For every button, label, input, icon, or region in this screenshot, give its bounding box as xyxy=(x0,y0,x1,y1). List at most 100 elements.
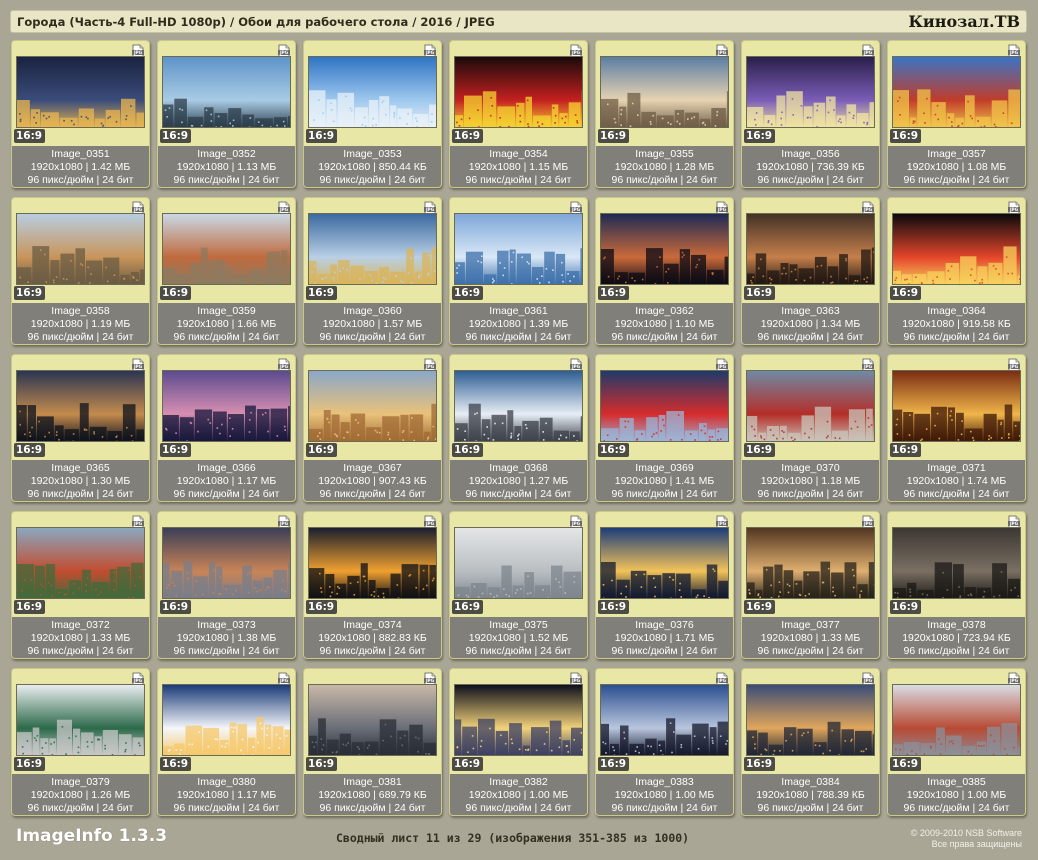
thumbnail-image[interactable] xyxy=(746,527,875,599)
thumbnail-card[interactable]: JPG 16:9 Image_0367 1920x1080 | 907.43 К… xyxy=(303,354,442,502)
thumbnail-card[interactable]: JPG 16:9 Image_0374 1920x1080 | 882.83 К… xyxy=(303,511,442,659)
thumbnail-card[interactable]: JPG 16:9 Image_0381 1920x1080 | 689.79 К… xyxy=(303,668,442,816)
jpg-file-icon: JPG xyxy=(861,43,875,58)
thumbnail-card[interactable]: JPG 16:9 Image_0359 1920x1080 | 1.66 МБ … xyxy=(157,197,296,345)
image-info-panel: Image_0383 1920x1080 | 1.00 МБ 96 пикс/д… xyxy=(596,774,733,815)
image-info-panel: Image_0354 1920x1080 | 1.15 МБ 96 пикс/д… xyxy=(450,146,587,187)
image-resolution-depth: 96 пикс/дюйм | 24 бит xyxy=(903,645,1010,657)
thumbnail-card[interactable]: JPG 16:9 Image_0361 1920x1080 | 1.39 МБ … xyxy=(449,197,588,345)
svg-text:JPG: JPG xyxy=(571,678,581,683)
thumbnail-image[interactable] xyxy=(746,56,875,128)
svg-text:JPG: JPG xyxy=(863,364,873,369)
thumbnail-image[interactable] xyxy=(162,56,291,128)
thumbnail-card[interactable]: JPG 16:9 Image_0377 1920x1080 | 1.33 МБ … xyxy=(741,511,880,659)
thumbnail-image[interactable] xyxy=(746,370,875,442)
image-name: Image_0373 xyxy=(197,619,256,631)
thumbnail-image[interactable] xyxy=(892,213,1021,285)
thumbnail-card[interactable]: JPG 16:9 Image_0373 1920x1080 | 1.38 МБ … xyxy=(157,511,296,659)
thumbnail-card[interactable]: JPG 16:9 Image_0363 1920x1080 | 1.34 МБ … xyxy=(741,197,880,345)
thumbnail-card[interactable]: JPG 16:9 Image_0351 1920x1080 | 1.42 МБ … xyxy=(11,40,150,188)
thumbnail-image[interactable] xyxy=(308,213,437,285)
thumbnail-card[interactable]: JPG 16:9 Image_0372 1920x1080 | 1.33 МБ … xyxy=(11,511,150,659)
thumbnail-card[interactable]: JPG 16:9 Image_0354 1920x1080 | 1.15 МБ … xyxy=(449,40,588,188)
thumbnail-card[interactable]: JPG 16:9 Image_0378 1920x1080 | 723.94 К… xyxy=(887,511,1026,659)
thumbnail-card[interactable]: JPG 16:9 Image_0371 1920x1080 | 1.74 МБ … xyxy=(887,354,1026,502)
thumbnail-image[interactable] xyxy=(16,56,145,128)
thumbnail-card[interactable]: JPG 16:9 Image_0385 1920x1080 | 1.00 МБ … xyxy=(887,668,1026,816)
thumbnail-card[interactable]: JPG 16:9 Image_0358 1920x1080 | 1.19 МБ … xyxy=(11,197,150,345)
thumbnail-card[interactable]: JPG 16:9 Image_0365 1920x1080 | 1.30 МБ … xyxy=(11,354,150,502)
thumbnail-image[interactable] xyxy=(454,213,583,285)
thumbnail-image[interactable] xyxy=(600,684,729,756)
thumbnail-card[interactable]: JPG 16:9 Image_0352 1920x1080 | 1.13 МБ … xyxy=(157,40,296,188)
thumbnail-card[interactable]: JPG 16:9 Image_0382 1920x1080 | 1.00 МБ … xyxy=(449,668,588,816)
thumbnail-card[interactable]: JPG 16:9 Image_0370 1920x1080 | 1.18 МБ … xyxy=(741,354,880,502)
aspect-ratio-badge: 16:9 xyxy=(452,757,484,771)
jpg-file-icon: JPG xyxy=(131,671,145,686)
thumbnail-image[interactable] xyxy=(892,527,1021,599)
thumbnail-image[interactable] xyxy=(162,684,291,756)
image-info-panel: Image_0374 1920x1080 | 882.83 КБ 96 пикс… xyxy=(304,617,441,658)
thumbnail-card[interactable]: JPG 16:9 Image_0380 1920x1080 | 1.17 МБ … xyxy=(157,668,296,816)
thumbnail-card[interactable]: JPG 16:9 Image_0368 1920x1080 | 1.27 МБ … xyxy=(449,354,588,502)
thumbnail-image[interactable] xyxy=(16,527,145,599)
thumbnail-image[interactable] xyxy=(892,56,1021,128)
thumbnail-image[interactable] xyxy=(16,684,145,756)
thumbnail-card[interactable]: JPG 16:9 Image_0357 1920x1080 | 1.08 МБ … xyxy=(887,40,1026,188)
thumbnail-card[interactable]: JPG 16:9 Image_0353 1920x1080 | 850.44 К… xyxy=(303,40,442,188)
thumbnail-image[interactable] xyxy=(600,370,729,442)
thumbnail-image[interactable] xyxy=(308,370,437,442)
jpg-file-icon: JPG xyxy=(277,357,291,372)
thumbnail-image[interactable] xyxy=(454,684,583,756)
thumbnail-image[interactable] xyxy=(16,370,145,442)
svg-text:JPG: JPG xyxy=(717,521,727,526)
image-resolution-depth: 96 пикс/дюйм | 24 бит xyxy=(319,488,426,500)
image-resolution-depth: 96 пикс/дюйм | 24 бит xyxy=(611,488,718,500)
thumbnail-card[interactable]: JPG 16:9 Image_0364 1920x1080 | 919.58 К… xyxy=(887,197,1026,345)
thumbnail-image[interactable] xyxy=(308,684,437,756)
thumbnail-card[interactable]: JPG 16:9 Image_0356 1920x1080 | 736.39 К… xyxy=(741,40,880,188)
image-name: Image_0358 xyxy=(51,305,110,317)
image-info-panel: Image_0360 1920x1080 | 1.57 МБ 96 пикс/д… xyxy=(304,303,441,344)
thumbnail-image[interactable] xyxy=(308,56,437,128)
thumbnail-image[interactable] xyxy=(892,684,1021,756)
aspect-ratio-badge: 16:9 xyxy=(14,443,46,457)
thumbnail-image[interactable] xyxy=(600,527,729,599)
svg-text:JPG: JPG xyxy=(717,364,727,369)
thumbnail-image[interactable] xyxy=(454,370,583,442)
thumbnail-card[interactable]: JPG 16:9 Image_0376 1920x1080 | 1.71 МБ … xyxy=(595,511,734,659)
thumbnail-image[interactable] xyxy=(162,370,291,442)
image-resolution-depth: 96 пикс/дюйм | 24 бит xyxy=(611,331,718,343)
image-resolution-depth: 96 пикс/дюйм | 24 бит xyxy=(465,488,572,500)
image-dimensions-size: 1920x1080 | 1.27 МБ xyxy=(468,475,569,487)
thumbnail-card[interactable]: JPG 16:9 Image_0360 1920x1080 | 1.57 МБ … xyxy=(303,197,442,345)
thumbnail-card[interactable]: JPG 16:9 Image_0362 1920x1080 | 1.10 МБ … xyxy=(595,197,734,345)
thumbnail-image[interactable] xyxy=(600,56,729,128)
thumbnail-image[interactable] xyxy=(308,527,437,599)
thumbnail-image[interactable] xyxy=(162,527,291,599)
thumbnail-image[interactable] xyxy=(746,684,875,756)
image-name: Image_0378 xyxy=(927,619,986,631)
aspect-ratio-badge: 16:9 xyxy=(598,757,630,771)
thumbnail-image[interactable] xyxy=(162,213,291,285)
image-name: Image_0356 xyxy=(781,148,840,160)
image-resolution-depth: 96 пикс/дюйм | 24 бит xyxy=(903,331,1010,343)
thumbnail-card[interactable]: JPG 16:9 Image_0375 1920x1080 | 1.52 МБ … xyxy=(449,511,588,659)
thumbnail-card[interactable]: JPG 16:9 Image_0366 1920x1080 | 1.17 МБ … xyxy=(157,354,296,502)
aspect-ratio-badge: 16:9 xyxy=(306,443,338,457)
thumbnail-image[interactable] xyxy=(454,56,583,128)
thumbnail-image[interactable] xyxy=(746,213,875,285)
image-dimensions-size: 1920x1080 | 1.33 МБ xyxy=(760,632,861,644)
thumbnail-grid: JPG 16:9 Image_0351 1920x1080 | 1.42 МБ … xyxy=(11,40,1026,816)
thumbnail-image[interactable] xyxy=(454,527,583,599)
thumbnail-card[interactable]: JPG 16:9 Image_0379 1920x1080 | 1.26 МБ … xyxy=(11,668,150,816)
thumbnail-card[interactable]: JPG 16:9 Image_0384 1920x1080 | 788.39 К… xyxy=(741,668,880,816)
thumbnail-card[interactable]: JPG 16:9 Image_0369 1920x1080 | 1.41 МБ … xyxy=(595,354,734,502)
thumbnail-image[interactable] xyxy=(600,213,729,285)
image-dimensions-size: 1920x1080 | 850.44 КБ xyxy=(318,161,427,173)
thumbnail-image[interactable] xyxy=(892,370,1021,442)
thumbnail-image[interactable] xyxy=(16,213,145,285)
thumbnail-card[interactable]: JPG 16:9 Image_0383 1920x1080 | 1.00 МБ … xyxy=(595,668,734,816)
image-resolution-depth: 96 пикс/дюйм | 24 бит xyxy=(173,645,280,657)
thumbnail-card[interactable]: JPG 16:9 Image_0355 1920x1080 | 1.28 МБ … xyxy=(595,40,734,188)
